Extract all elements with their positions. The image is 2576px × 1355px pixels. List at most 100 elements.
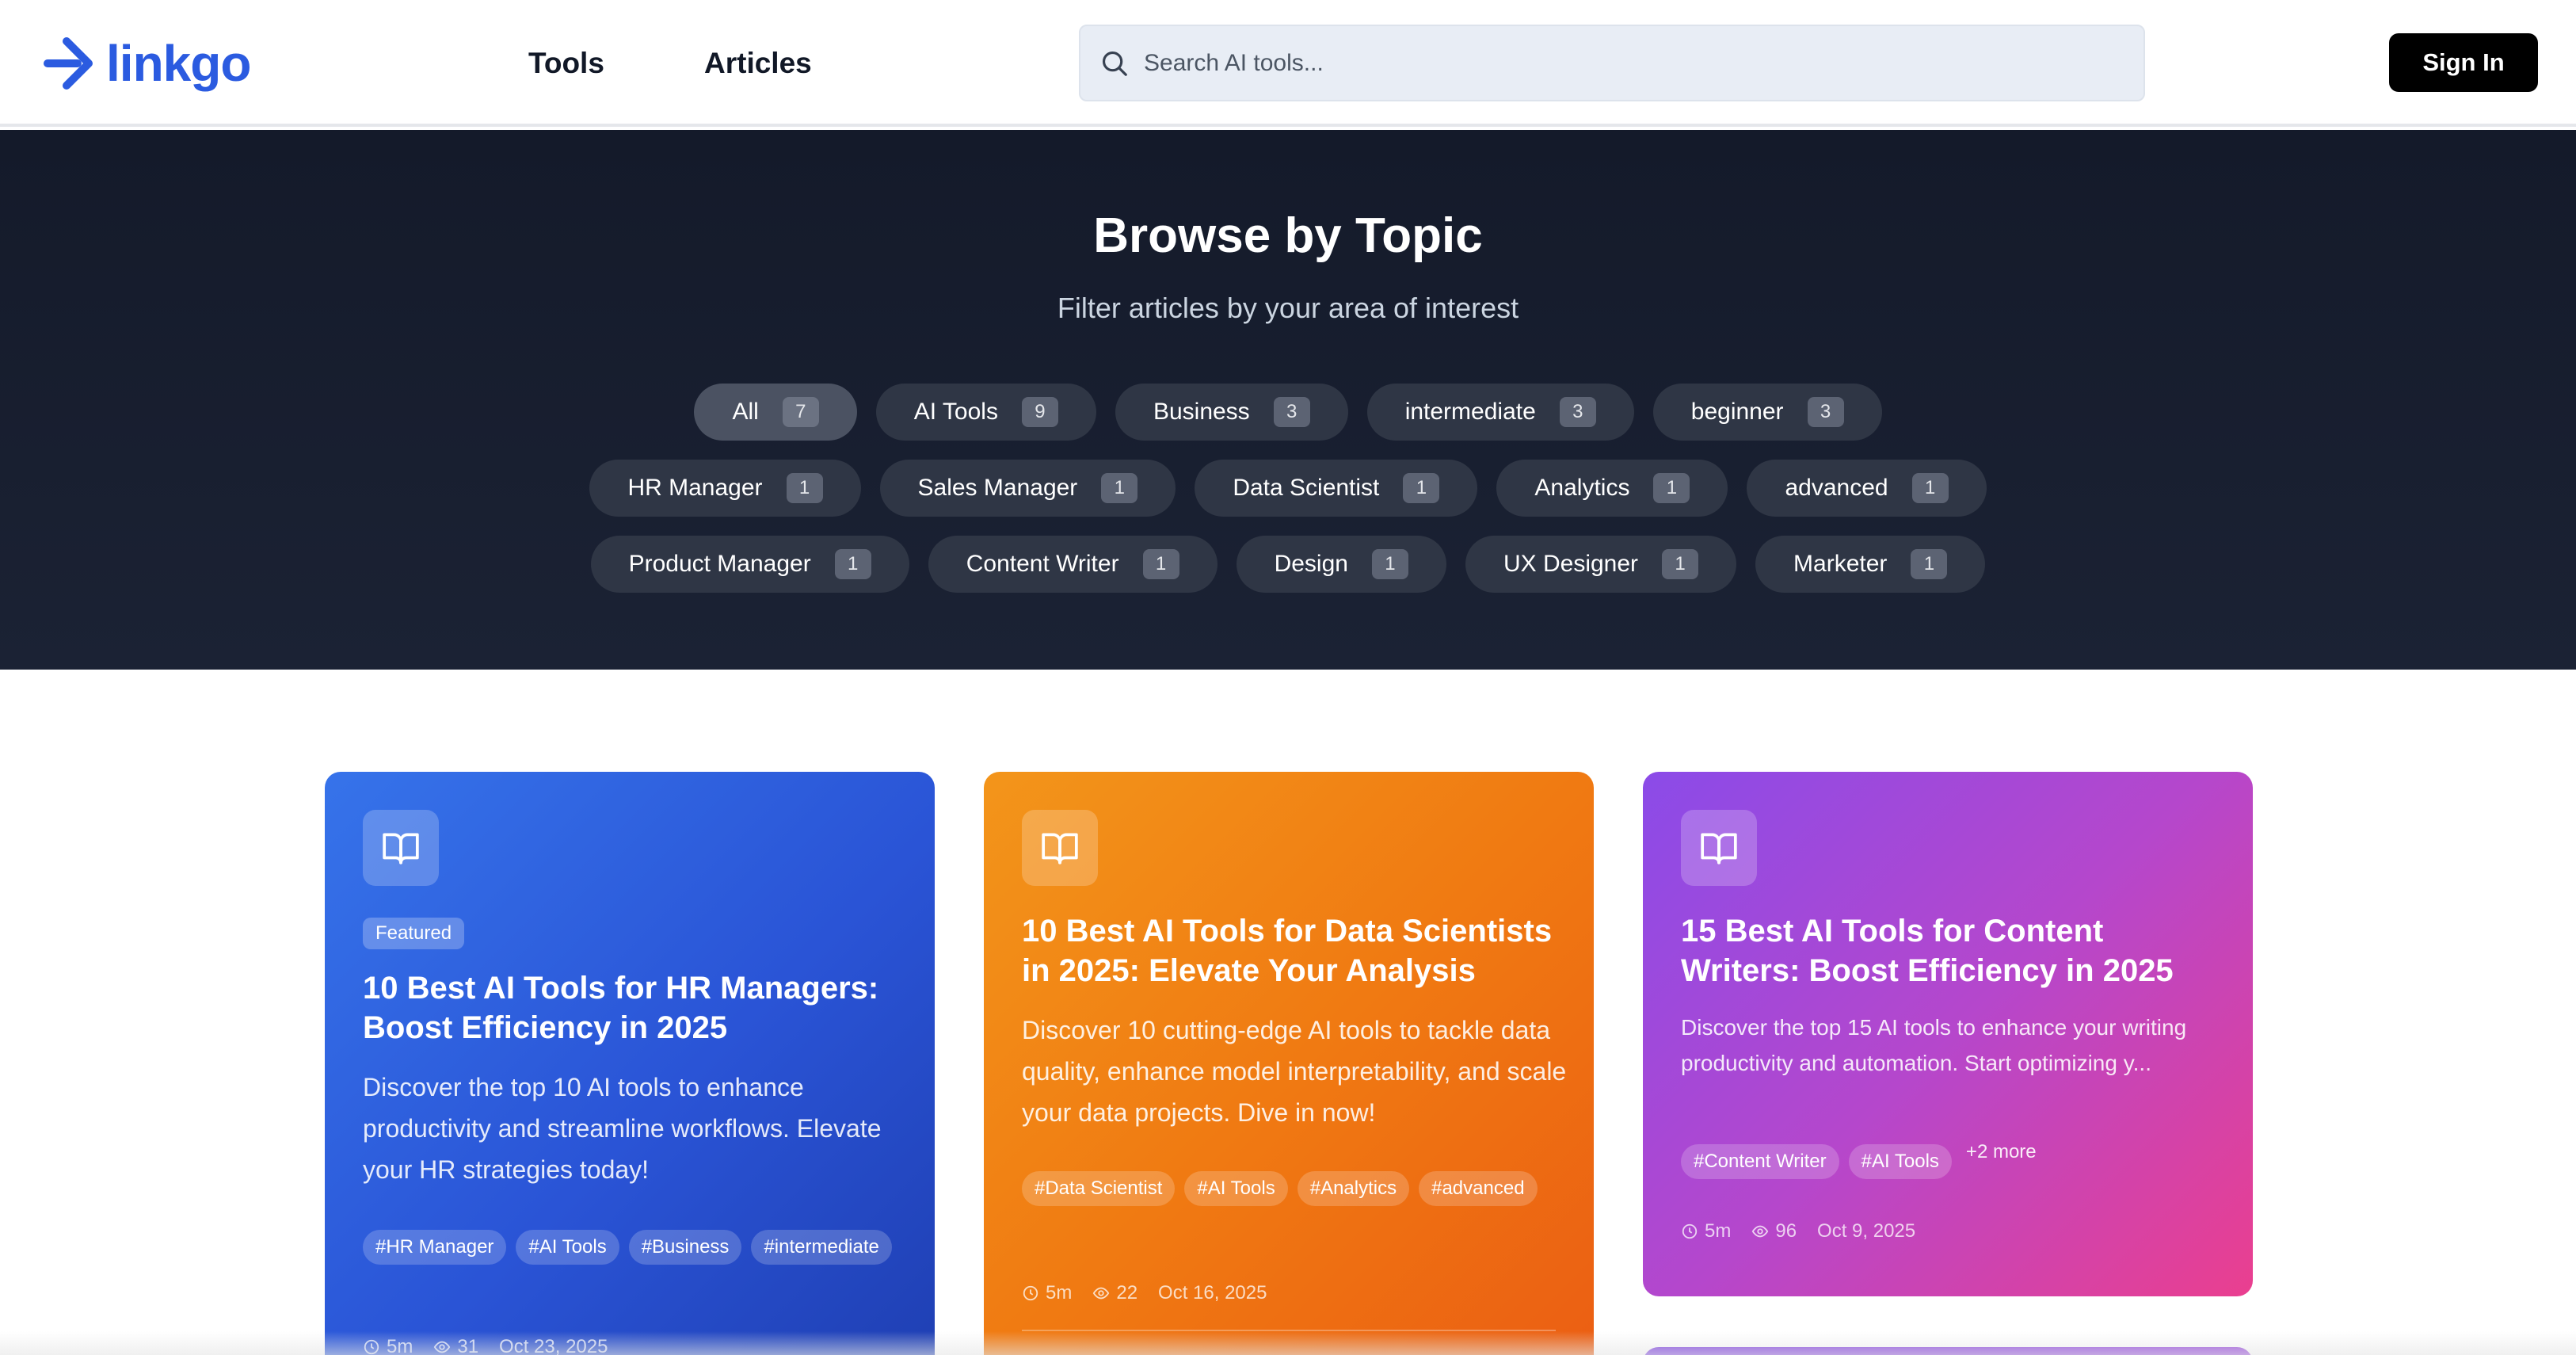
topic-chip-count: 1	[1142, 549, 1179, 579]
read-time-value: 5m	[1705, 1220, 1732, 1242]
article-tag[interactable]: #AI Tools	[1848, 1144, 1952, 1179]
search-bar[interactable]	[1079, 25, 2145, 101]
topic-chip-sales-manager[interactable]: Sales Manager 1	[879, 460, 1176, 517]
read-time: 5m	[1681, 1220, 1731, 1242]
topic-chip-hr-manager[interactable]: HR Manager 1	[589, 460, 861, 517]
article-card[interactable]: Featured 10 Best AI Tools for HR Manager…	[325, 772, 935, 1355]
read-time-value: 5m	[387, 1336, 413, 1355]
topic-chip-label: Content Writer	[966, 551, 1119, 577]
topic-chip-marketer[interactable]: Marketer 1	[1755, 536, 1986, 593]
topic-chip-business[interactable]: Business 3	[1115, 384, 1348, 441]
topic-chip-design[interactable]: Design 1	[1236, 536, 1446, 593]
nav-articles-link[interactable]: Articles	[704, 41, 812, 86]
topic-chip-label: UX Designer	[1503, 551, 1639, 577]
article-meta: 5m 22 Oct 16, 2025	[1022, 1282, 1287, 1304]
article-description: Discover the top 15 AI tools to enhance …	[1681, 1015, 2187, 1075]
browse-by-topic-hero: Browse by Topic Filter articles by your …	[0, 130, 2576, 670]
article-description: Discover 10 cutting-edge AI tools to tac…	[1022, 1016, 1567, 1127]
clock-icon	[364, 1339, 379, 1355]
view-count-value: 31	[457, 1336, 479, 1355]
nav-tools-link[interactable]: Tools	[528, 41, 604, 86]
clock-icon	[1682, 1223, 1698, 1239]
topic-chip-ai-tools[interactable]: AI Tools 9	[875, 384, 1096, 441]
article-tag[interactable]: #intermediate	[751, 1230, 892, 1265]
view-count: 22	[1092, 1282, 1137, 1304]
read-time: 5m	[1022, 1282, 1072, 1304]
article-tag[interactable]: #Data Scientist	[1022, 1171, 1176, 1206]
topic-chip-count: 3	[1807, 397, 1844, 427]
article-tags: #HR Manager #AI Tools #Business #interme…	[363, 1230, 909, 1265]
brand-name: linkgo	[106, 35, 251, 92]
eye-icon	[1093, 1287, 1110, 1300]
article-meta: 5m 96 Oct 9, 2025	[1681, 1220, 1936, 1242]
view-count: 96	[1751, 1220, 1797, 1242]
book-icon-tile	[1681, 810, 1757, 886]
logo-arrow-icon	[44, 37, 93, 90]
more-tags-link[interactable]: +2 more	[1966, 1141, 2037, 1163]
view-count: 31	[433, 1336, 478, 1355]
search-input[interactable]	[1144, 44, 2094, 83]
article-title[interactable]: 15 Best AI Tools for Content Writers: Bo…	[1681, 911, 2220, 990]
topic-chip-label: beginner	[1690, 399, 1784, 425]
article-card[interactable]: 10 Best AI Tools for Data Scientists in …	[984, 772, 1594, 1355]
article-title[interactable]: 10 Best AI Tools for HR Managers: Boost …	[363, 968, 901, 1048]
topic-chip-advanced[interactable]: advanced 1	[1747, 460, 1987, 517]
publish-date: Oct 9, 2025	[1817, 1220, 1916, 1242]
topic-chip-label: Product Manager	[628, 551, 811, 577]
topic-chip-content-writer[interactable]: Content Writer 1	[928, 536, 1218, 593]
article-tag[interactable]: #AI Tools	[1184, 1171, 1288, 1206]
article-tag[interactable]: #AI Tools	[516, 1230, 619, 1265]
topic-chip-ux-designer[interactable]: UX Designer 1	[1465, 536, 1737, 593]
topic-chip-count: 1	[1911, 473, 1949, 503]
topic-chip-count: 1	[834, 549, 871, 579]
topic-chip-count: 1	[1911, 549, 1948, 579]
article-tag[interactable]: #advanced	[1419, 1171, 1538, 1206]
article-description: Discover the top 10 AI tools to enhance …	[363, 1073, 882, 1184]
topic-chip-label: Analytics	[1534, 475, 1630, 501]
view-count-value: 96	[1775, 1220, 1797, 1242]
topic-chip-label: Business	[1153, 399, 1250, 425]
topic-chip-intermediate[interactable]: intermediate 3	[1366, 384, 1634, 441]
topic-chip-product-manager[interactable]: Product Manager 1	[590, 536, 909, 593]
article-tag[interactable]: #Analytics	[1297, 1171, 1410, 1206]
topic-chip-data-scientist[interactable]: Data Scientist 1	[1195, 460, 1478, 517]
topic-row-2: HR Manager 1 Sales Manager 1 Data Scientis…	[0, 460, 2576, 517]
topic-chip-label: Data Scientist	[1233, 475, 1380, 501]
topic-chip-count: 3	[1273, 397, 1310, 427]
topic-chip-count: 9	[1021, 397, 1058, 427]
article-tag[interactable]: #Content Writer	[1681, 1144, 1839, 1179]
topic-chip-label: HR Manager	[627, 475, 763, 501]
sign-in-button[interactable]: Sign In	[2389, 33, 2538, 92]
featured-badge: Featured	[363, 918, 465, 949]
article-tag[interactable]: #HR Manager	[363, 1230, 507, 1265]
article-meta: 5m 31 Oct 23, 2025	[363, 1336, 628, 1355]
topic-chip-count: 1	[1403, 473, 1440, 503]
publish-date: Oct 16, 2025	[1158, 1282, 1267, 1303]
topic-chip-count: 1	[786, 473, 823, 503]
article-title[interactable]: 10 Best AI Tools for Data Scientists in …	[1022, 911, 1560, 990]
topic-chip-analytics[interactable]: Analytics 1	[1496, 460, 1728, 517]
article-tags: #Content Writer #AI Tools +2 more	[1681, 1141, 2227, 1179]
topic-chip-count: 1	[1101, 473, 1138, 503]
book-open-icon	[1042, 833, 1078, 865]
article-tag[interactable]: #Business	[628, 1230, 742, 1265]
article-card[interactable]: 15 Best AI Tools for Content Writers: Bo…	[1643, 772, 2253, 1296]
topic-chip-label: advanced	[1785, 475, 1888, 501]
topic-chip-all[interactable]: All 7	[694, 384, 857, 441]
publish-date: Oct 23, 2025	[499, 1336, 608, 1355]
read-time: 5m	[363, 1336, 413, 1355]
book-icon-tile	[1022, 810, 1098, 886]
topic-chip-label: Marketer	[1793, 551, 1888, 577]
eye-icon	[434, 1341, 451, 1353]
topic-chip-beginner[interactable]: beginner 3	[1652, 384, 1882, 441]
topic-chip-label: AI Tools	[913, 399, 998, 425]
eye-icon	[1752, 1225, 1769, 1238]
hero-subtitle: Filter articles by your area of interest	[1057, 292, 1519, 324]
topic-chip-label: intermediate	[1404, 399, 1536, 425]
article-card-next[interactable]	[1643, 1347, 2253, 1355]
read-time-value: 5m	[1046, 1282, 1073, 1303]
topic-row-1: All 7 AI Tools 9 Business 3 intermediate 3 b…	[0, 384, 2576, 441]
topic-chip-count: 1	[1371, 549, 1408, 579]
view-count-value: 22	[1116, 1282, 1138, 1303]
brand-logo[interactable]: linkgo	[43, 35, 251, 92]
